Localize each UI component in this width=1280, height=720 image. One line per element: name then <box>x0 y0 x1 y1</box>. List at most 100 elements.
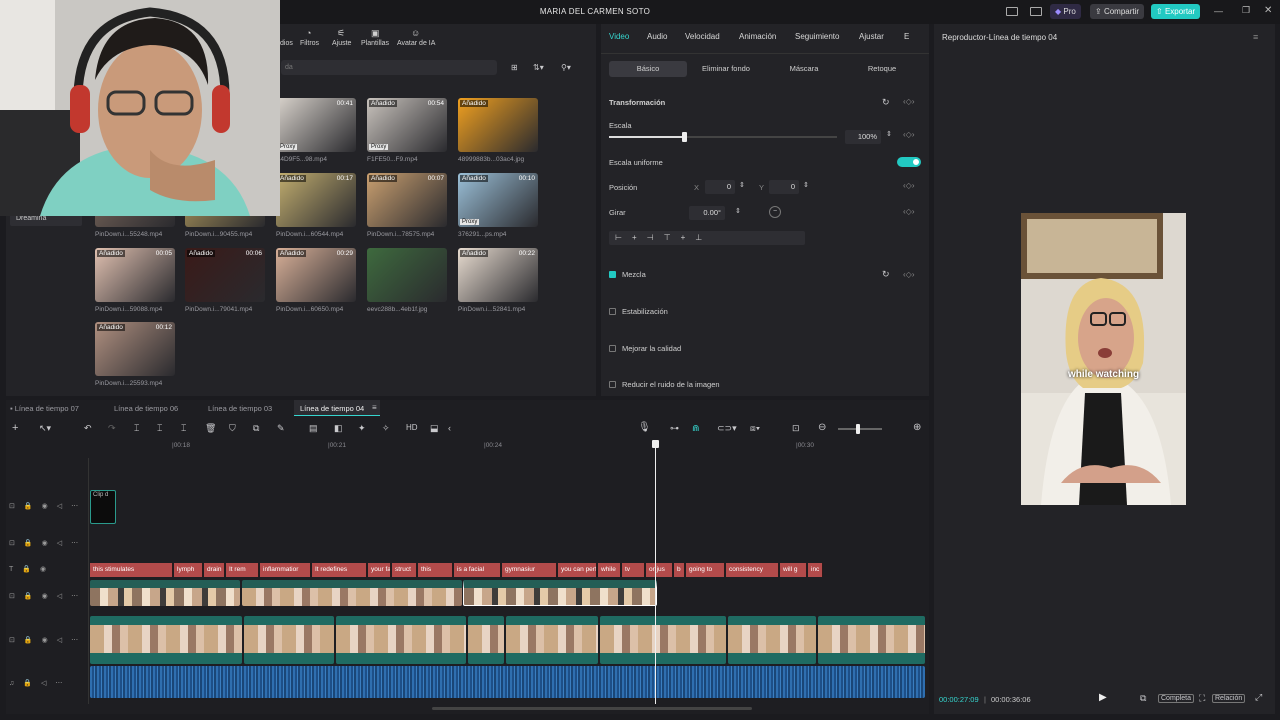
scale-value[interactable]: 100% <box>845 130 881 144</box>
scale-slider[interactable] <box>609 132 837 142</box>
caption-clip[interactable]: this stimulates <box>90 563 173 577</box>
stepper-icon[interactable]: ⇕ <box>739 181 745 189</box>
pos-x-input[interactable]: 0 <box>705 180 735 194</box>
stabilization-checkbox[interactable] <box>609 308 616 315</box>
fit-icon[interactable]: ⛶ <box>1199 693 1205 704</box>
track-controls[interactable]: ⊡🔒◉◁⋯ <box>9 539 87 547</box>
tool-tab-audios[interactable]: dios <box>280 40 293 47</box>
overlay-clip[interactable]: PinDown.io_@dentistaly_17...4.mp4 00:00:… <box>242 580 462 606</box>
caption-clip[interactable]: this <box>418 563 453 577</box>
timeline-tab-07[interactable]: ▪ Línea de tiempo 07 <box>10 404 79 413</box>
subtab-retouch[interactable]: Retoque <box>845 61 919 77</box>
tab-speed[interactable]: Velocidad <box>685 32 720 41</box>
preview-video[interactable]: while watching <box>1021 213 1186 505</box>
menu-icon[interactable]: ≡ <box>1253 32 1258 42</box>
track-controls[interactable]: T🔒◉ <box>9 565 55 573</box>
full-quality-button[interactable]: Completa <box>1158 694 1194 703</box>
grid-view-icon[interactable]: ⊞ <box>511 63 518 72</box>
keyframe-icon[interactable]: ‹◇› <box>903 181 914 190</box>
caption-clip[interactable]: inc <box>808 563 823 577</box>
timeline-scrollbar[interactable] <box>432 707 752 710</box>
media-thumbnail[interactable]: Añadido 00:10 Proxy <box>458 173 538 227</box>
split-left-icon[interactable]: ⌶ <box>157 423 162 434</box>
rotate-input[interactable]: 0.00° <box>689 206 725 220</box>
scale-slider-handle[interactable] <box>682 132 688 142</box>
caption-clip[interactable]: while <box>598 563 621 577</box>
tab-audio[interactable]: Audio <box>647 32 667 41</box>
shield-icon[interactable]: ⛉ <box>229 423 236 434</box>
media-thumbnail[interactable]: Añadido 00:17 <box>276 173 356 227</box>
zoom-slider[interactable] <box>838 424 882 434</box>
zoom-out-icon[interactable]: ⊖ <box>818 422 826 433</box>
align-toolbar[interactable]: ⊢+⊣⊤+⊥ <box>609 231 805 245</box>
filter-icon[interactable]: ⚲▾ <box>561 63 571 72</box>
stabilization-label[interactable]: Estabilización <box>622 307 668 316</box>
caption-clip[interactable]: going to <box>686 563 725 577</box>
caption-clip[interactable]: is a facial <box>454 563 501 577</box>
tab-video[interactable]: Video <box>609 32 629 41</box>
media-thumbnail[interactable]: 00:41 Proxy <box>276 98 356 152</box>
caption-clip[interactable]: tv <box>622 563 645 577</box>
redo-icon[interactable]: ↷ <box>108 423 116 434</box>
search-input[interactable]: da <box>281 60 497 75</box>
timeline-menu-icon[interactable]: ≡ <box>372 403 377 412</box>
split-right-icon[interactable]: ⌶ <box>181 423 186 434</box>
mic-icon[interactable]: 🎙 <box>638 422 651 433</box>
media-thumbnail[interactable]: Añadido 00:07 <box>367 173 447 227</box>
selected-overlay-clip[interactable]: PinDown.io_@NAH features_1/0..3.mp4 00:0… <box>463 580 657 606</box>
preview-axis-icon[interactable]: ⧈▾ <box>750 423 760 434</box>
caption-clip[interactable]: struct <box>392 563 417 577</box>
track-controls[interactable]: ⊡🔒◉◁⋯ <box>9 592 87 600</box>
blend-checkbox[interactable] <box>609 271 616 278</box>
media-thumbnail[interactable]: Añadido 00:22 <box>458 248 538 302</box>
timeline-tab-04-active[interactable]: Línea de tiempo 04 <box>294 400 380 416</box>
split-icon[interactable]: ⌶ <box>134 423 139 434</box>
magnet-icon[interactable]: ⋒ <box>692 423 700 434</box>
tool-tab-filters[interactable]: Filtros <box>300 40 319 47</box>
caption-clip[interactable]: you can perfo <box>558 563 597 577</box>
tool-tab-templates[interactable]: Plantillas <box>361 40 389 47</box>
caption-clip[interactable]: inflammatior <box>260 563 311 577</box>
crop-tool-icon[interactable]: ⧉ <box>253 423 259 434</box>
video-clip[interactable]: F1FE503E-70FF-4874-8799-000FF9C13... <box>818 616 925 664</box>
maximize-icon[interactable]: ❐ <box>1242 5 1250 16</box>
rotation-dial[interactable]: − <box>769 206 781 218</box>
stepper-icon[interactable]: ⇕ <box>735 207 741 215</box>
keyframe-icon[interactable]: ‹◇› <box>903 207 914 216</box>
track-controls[interactable]: ⊡🔒◉◁⋯ <box>9 502 87 510</box>
video-clip[interactable]: F1FE503E-70FF-4874-8799-000FF9C13... <box>506 616 598 664</box>
media-thumbnail[interactable]: Añadido <box>458 98 538 152</box>
effect-clip[interactable]: Clip d <box>90 490 116 524</box>
link-icon[interactable]: ⊶ <box>670 423 679 434</box>
tool-tab-adjust[interactable]: Ajuste <box>332 40 351 47</box>
uniform-scale-toggle[interactable] <box>897 157 921 167</box>
video-clip[interactable]: F1FE503E-70FF-4874-8799-000FF9C13... <box>90 616 242 664</box>
ai-icon[interactable]: ✦ <box>358 423 366 434</box>
caption-clip[interactable]: your fa <box>368 563 391 577</box>
tab-adjust[interactable]: Ajustar <box>859 32 884 41</box>
noise-checkbox[interactable] <box>609 381 616 388</box>
subtab-basic[interactable]: Básico <box>609 61 687 77</box>
audio-clip[interactable] <box>90 666 925 698</box>
undo-icon[interactable]: ↶ <box>84 423 92 434</box>
delete-icon[interactable]: 🗑 <box>205 423 216 434</box>
overlay-clip[interactable]: Efectos especiales - editar <box>90 580 240 606</box>
tool-tab-ai-avatar[interactable]: Avatar de IA <box>397 40 435 47</box>
stepper-icon[interactable]: ⇕ <box>886 130 892 138</box>
tab-animation[interactable]: Animación <box>739 32 776 41</box>
close-icon[interactable]: ✕ <box>1264 5 1272 16</box>
pro-button[interactable]: ◆ Pro <box>1050 4 1081 19</box>
keyframe-icon[interactable]: ‹◇› <box>903 130 914 139</box>
caption-clip[interactable]: lymph <box>174 563 203 577</box>
quality-checkbox[interactable] <box>609 345 616 352</box>
video-clip[interactable]: F1FE503E-70FF-4874-8799-000FF9C13... <box>728 616 816 664</box>
caption-clip[interactable]: or jus <box>646 563 673 577</box>
subtitle-icon[interactable]: ▤ <box>309 423 318 434</box>
hd-icon[interactable]: HD <box>406 423 418 432</box>
media-thumbnail[interactable]: Añadido 00:29 <box>276 248 356 302</box>
export-frame-icon[interactable]: ⬓ <box>430 423 439 434</box>
stepper-icon[interactable]: ⇕ <box>803 181 809 189</box>
track-controls[interactable]: ♫🔒◁⋯ <box>9 679 71 687</box>
add-icon[interactable]: + <box>12 422 18 434</box>
media-thumbnail[interactable]: Añadido 00:12 <box>95 322 175 376</box>
